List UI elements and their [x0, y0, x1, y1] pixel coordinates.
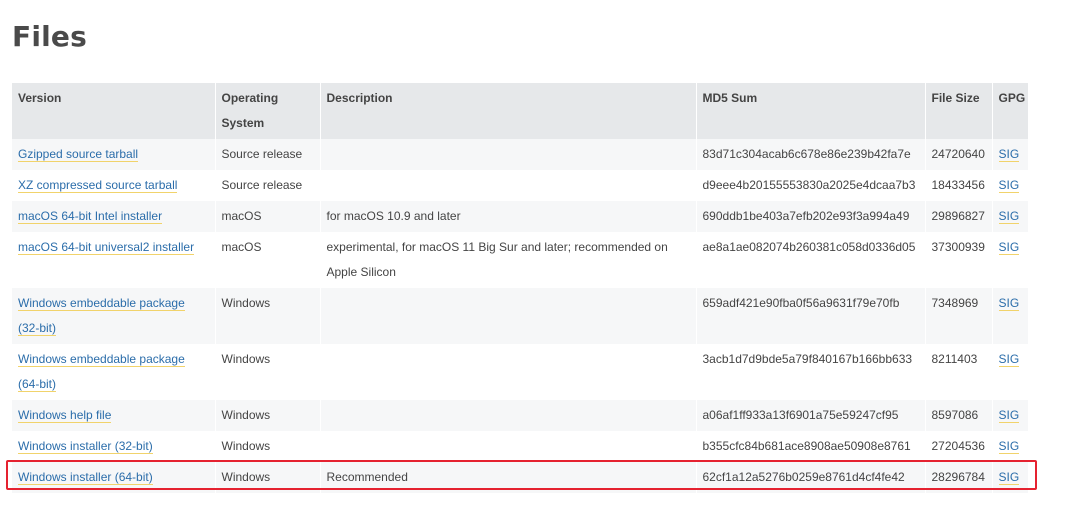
table-row: XZ compressed source tarball Source rele…	[12, 170, 1029, 201]
size-cell: 24720640	[925, 139, 993, 170]
download-link[interactable]: Windows installer (64-bit)	[18, 470, 153, 485]
description-cell	[320, 288, 697, 344]
os-cell: macOS	[215, 201, 321, 232]
md5-cell: d9eee4b20155553830a2025e4dcaa7b3	[696, 170, 926, 201]
os-cell: Windows	[215, 344, 321, 400]
description-cell	[320, 344, 697, 400]
table-row: macOS 64-bit universal2 installer macOS …	[12, 232, 1029, 288]
download-link[interactable]: Windows embeddable package (64-bit)	[18, 352, 185, 392]
description-cell	[320, 431, 697, 462]
version-cell: XZ compressed source tarball	[12, 170, 216, 201]
download-link[interactable]: macOS 64-bit Intel installer	[18, 209, 163, 224]
table-header-row: Version Operating System Description MD5…	[12, 83, 1029, 139]
md5-cell: 83d71c304acab6c678e86e239b42fa7e	[696, 139, 926, 170]
description-cell: experimental, for macOS 11 Big Sur and l…	[320, 232, 697, 288]
size-cell: 8597086	[925, 400, 993, 431]
download-link[interactable]: Windows help file	[18, 408, 112, 423]
md5-cell: 62cf1a12a5276b0259e8761d4cf4fe42	[696, 462, 926, 493]
md5-cell: a06af1ff933a13f6901a75e59247cf95	[696, 400, 926, 431]
sig-link[interactable]: SIG	[998, 439, 1020, 454]
gpg-cell: SIG	[992, 344, 1029, 400]
os-cell: Source release	[215, 139, 321, 170]
page-title: Files	[12, 20, 87, 53]
version-cell: Windows embeddable package (32-bit)	[12, 288, 216, 344]
description-cell	[320, 170, 697, 201]
header-description: Description	[320, 83, 697, 139]
description-cell	[320, 139, 697, 170]
version-cell: macOS 64-bit Intel installer	[12, 201, 216, 232]
download-link[interactable]: Windows embeddable package (32-bit)	[18, 296, 185, 336]
gpg-cell: SIG	[992, 288, 1029, 344]
size-cell: 8211403	[925, 344, 993, 400]
sig-link[interactable]: SIG	[998, 296, 1020, 311]
table-row: Windows embeddable package (64-bit) Wind…	[12, 344, 1029, 400]
size-cell: 18433456	[925, 170, 993, 201]
table-row: Windows help file Windows a06af1ff933a13…	[12, 400, 1029, 431]
os-cell: Windows	[215, 462, 321, 493]
download-link[interactable]: macOS 64-bit universal2 installer	[18, 240, 195, 255]
files-table: Version Operating System Description MD5…	[12, 83, 1029, 493]
md5-cell: 690ddb1be403a7efb202e93f3a994a49	[696, 201, 926, 232]
sig-link[interactable]: SIG	[998, 240, 1020, 255]
download-link[interactable]: Gzipped source tarball	[18, 147, 139, 162]
sig-link[interactable]: SIG	[998, 178, 1020, 193]
header-os: Operating System	[215, 83, 321, 139]
os-cell: Source release	[215, 170, 321, 201]
size-cell: 7348969	[925, 288, 993, 344]
download-link[interactable]: Windows installer (32-bit)	[18, 439, 153, 454]
version-cell: Windows installer (64-bit)	[12, 462, 216, 493]
sig-link[interactable]: SIG	[998, 352, 1020, 367]
sig-link[interactable]: SIG	[998, 408, 1020, 423]
table-row: macOS 64-bit Intel installer macOS for m…	[12, 201, 1029, 232]
os-cell: Windows	[215, 288, 321, 344]
gpg-cell: SIG	[992, 201, 1029, 232]
md5-cell: ae8a1ae082074b260381c058d0336d05	[696, 232, 926, 288]
gpg-cell: SIG	[992, 400, 1029, 431]
os-cell: macOS	[215, 232, 321, 288]
version-cell: Gzipped source tarball	[12, 139, 216, 170]
gpg-cell: SIG	[992, 139, 1029, 170]
table-row: Windows embeddable package (32-bit) Wind…	[12, 288, 1029, 344]
table-row: Windows installer (32-bit) Windows b355c…	[12, 431, 1029, 462]
os-cell: Windows	[215, 431, 321, 462]
size-cell: 29896827	[925, 201, 993, 232]
table-row-highlighted: Windows installer (64-bit) Windows Recom…	[12, 462, 1029, 493]
description-cell: for macOS 10.9 and later	[320, 201, 697, 232]
download-link[interactable]: XZ compressed source tarball	[18, 178, 178, 193]
gpg-cell: SIG	[992, 462, 1029, 493]
size-cell: 27204536	[925, 431, 993, 462]
size-cell: 37300939	[925, 232, 993, 288]
md5-cell: 3acb1d7d9bde5a79f840167b166bb633	[696, 344, 926, 400]
version-cell: Windows help file	[12, 400, 216, 431]
header-size: File Size	[925, 83, 993, 139]
size-cell: 28296784	[925, 462, 993, 493]
header-gpg: GPG	[992, 83, 1029, 139]
sig-link[interactable]: SIG	[998, 147, 1020, 162]
sig-link[interactable]: SIG	[998, 209, 1020, 224]
os-cell: Windows	[215, 400, 321, 431]
version-cell: Windows embeddable package (64-bit)	[12, 344, 216, 400]
gpg-cell: SIG	[992, 232, 1029, 288]
table-row: Gzipped source tarball Source release 83…	[12, 139, 1029, 170]
description-cell: Recommended	[320, 462, 697, 493]
header-md5: MD5 Sum	[696, 83, 926, 139]
version-cell: macOS 64-bit universal2 installer	[12, 232, 216, 288]
sig-link[interactable]: SIG	[998, 470, 1020, 485]
gpg-cell: SIG	[992, 431, 1029, 462]
gpg-cell: SIG	[992, 170, 1029, 201]
header-version: Version	[12, 83, 216, 139]
md5-cell: 659adf421e90fba0f56a9631f79e70fb	[696, 288, 926, 344]
md5-cell: b355cfc84b681ace8908ae50908e8761	[696, 431, 926, 462]
description-cell	[320, 400, 697, 431]
version-cell: Windows installer (32-bit)	[12, 431, 216, 462]
